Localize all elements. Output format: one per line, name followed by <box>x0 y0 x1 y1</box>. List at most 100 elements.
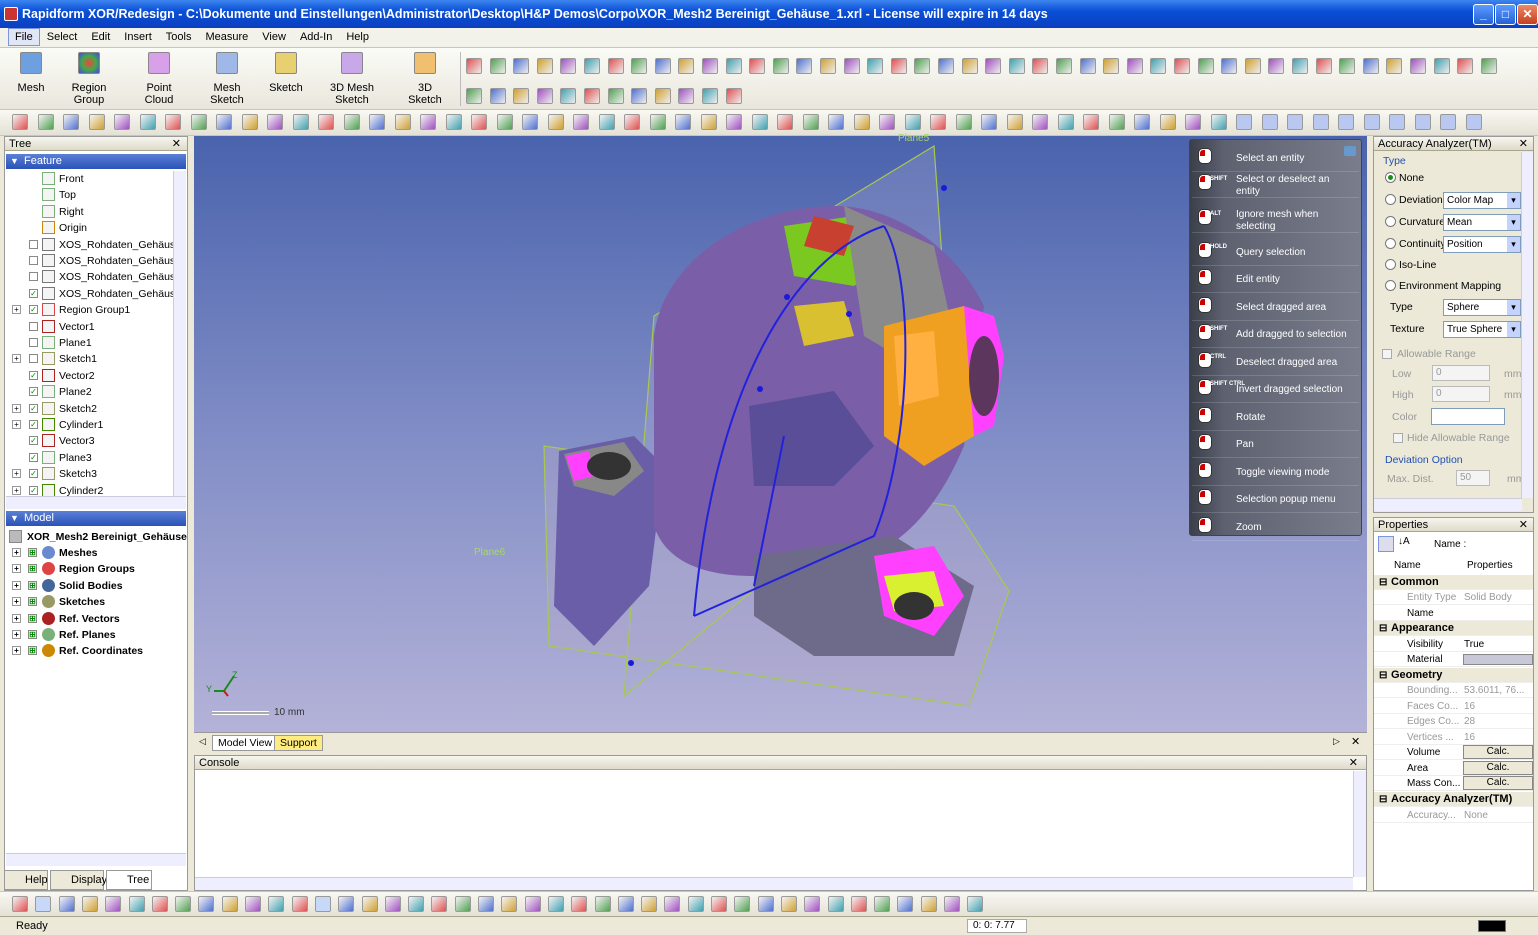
menu-view[interactable]: View <box>255 28 293 46</box>
toolbar-icon[interactable] <box>88 114 105 130</box>
feature-tool-icon[interactable] <box>843 58 860 74</box>
menu-help[interactable]: Help <box>339 28 376 46</box>
selection-tool-icon[interactable] <box>711 896 727 912</box>
toolbar-icon[interactable] <box>649 114 666 130</box>
env-type-combo[interactable]: Sphere <box>1443 299 1521 316</box>
radio-iso-line[interactable] <box>1385 259 1396 270</box>
toolbar-icon[interactable] <box>981 114 997 130</box>
menu-add-in[interactable]: Add-In <box>293 28 339 46</box>
tab-tree[interactable]: Tree <box>106 870 152 890</box>
selection-tool-icon[interactable] <box>245 896 261 912</box>
expand-icon[interactable]: + <box>12 485 21 495</box>
console-vscrollbar[interactable] <box>1353 771 1366 877</box>
selection-tool-icon[interactable] <box>408 896 425 912</box>
pin-icon[interactable] <box>1344 146 1356 156</box>
mouse-help-item[interactable]: HOLD Query selection <box>1190 239 1361 266</box>
toolbar-icon[interactable] <box>751 114 768 130</box>
feature-tool-icon[interactable] <box>1457 58 1474 74</box>
visibility-checkbox[interactable]: ✓ <box>29 452 38 462</box>
toolbar-icon[interactable] <box>930 114 946 130</box>
feature-tool-icon[interactable] <box>678 58 695 74</box>
visibility-toggle[interactable]: ⊞ <box>28 580 37 590</box>
feature-tool-icon[interactable] <box>961 58 978 74</box>
toolbar-icon[interactable] <box>318 114 334 130</box>
toolbar-icon[interactable] <box>1057 114 1074 130</box>
visibility-checkbox[interactable]: ✓ <box>29 370 38 380</box>
feature-tool-icon[interactable] <box>607 58 624 74</box>
feature-tool-icon[interactable] <box>1386 58 1403 74</box>
selection-tool-icon[interactable] <box>58 896 75 912</box>
feature-tool-icon[interactable] <box>1032 58 1049 74</box>
maximize-button[interactable]: □ <box>1495 4 1516 25</box>
mouse-help-item[interactable]: Select an entity <box>1190 145 1361 172</box>
visibility-checkbox[interactable]: ✓ <box>29 485 38 495</box>
feature-tool-icon[interactable] <box>631 88 648 104</box>
tab-model-view[interactable]: Model View <box>212 735 279 751</box>
feature-tool-icon[interactable] <box>489 58 506 74</box>
feature-tool-icon[interactable] <box>1079 58 1096 74</box>
selection-tool-icon[interactable] <box>105 896 122 912</box>
model-header[interactable]: Model <box>6 511 186 526</box>
feature-tool-icon[interactable] <box>1362 58 1379 74</box>
console-hscrollbar[interactable] <box>195 877 1353 890</box>
deviation-combo[interactable]: Color Map <box>1443 192 1521 209</box>
selection-tool-icon[interactable] <box>338 896 355 912</box>
toolbar-icon[interactable] <box>853 114 870 130</box>
toolbar-icon[interactable] <box>1032 114 1048 130</box>
radio-none[interactable] <box>1385 172 1396 183</box>
toolbar-icon[interactable] <box>700 114 717 130</box>
selection-tool-icon[interactable] <box>81 896 98 912</box>
toolbar-icon[interactable] <box>1389 114 1405 130</box>
feature-tool-icon[interactable] <box>584 58 600 74</box>
selection-tool-icon[interactable] <box>547 896 564 912</box>
category-appearance[interactable]: ⊟ Appearance <box>1374 621 1533 636</box>
mouse-help-item[interactable]: CTRL Deselect dragged area <box>1190 349 1361 376</box>
expand-icon[interactable]: + <box>12 469 21 479</box>
menu-edit[interactable]: Edit <box>84 28 117 46</box>
feature-tool-icon[interactable] <box>796 58 813 74</box>
visibility-checkbox[interactable]: ✓ <box>29 288 38 298</box>
close-icon[interactable]: ✕ <box>1349 756 1358 770</box>
calc-volume-button[interactable]: Calc. <box>1463 745 1533 759</box>
close-icon[interactable]: ✕ <box>172 137 181 151</box>
selection-tool-icon[interactable] <box>198 896 215 912</box>
visibility-checkbox[interactable]: ✓ <box>29 436 38 446</box>
mesh-button[interactable]: Mesh <box>16 52 46 94</box>
texture-combo[interactable]: True Sphere <box>1443 321 1521 338</box>
toolbar-icon[interactable] <box>904 114 921 130</box>
feature-tool-icon[interactable] <box>536 88 553 104</box>
feature-tool-icon[interactable] <box>725 58 742 74</box>
selection-tool-icon[interactable] <box>850 896 867 912</box>
selection-tool-icon[interactable] <box>804 896 821 912</box>
expand-icon[interactable]: + <box>12 646 21 656</box>
categorized-icon[interactable] <box>1378 536 1394 552</box>
visibility-checkbox[interactable] <box>29 272 38 282</box>
toolbar-icon[interactable] <box>267 114 283 130</box>
selection-tool-icon[interactable] <box>221 896 238 912</box>
toolbar-icon[interactable] <box>292 114 309 130</box>
scroll-left-icon[interactable]: ◁ <box>199 736 206 747</box>
color-picker[interactable] <box>1431 408 1505 425</box>
feature-tool-icon[interactable] <box>678 88 695 104</box>
selection-tool-icon[interactable] <box>827 896 844 912</box>
toolbar-icon[interactable] <box>1287 114 1303 130</box>
calc-mass-button[interactable]: Calc. <box>1463 776 1533 790</box>
visibility-checkbox[interactable]: ✓ <box>29 387 38 397</box>
selection-tool-icon[interactable] <box>780 896 797 912</box>
toolbar-icon[interactable] <box>241 114 258 130</box>
feature-tool-icon[interactable] <box>1339 58 1356 74</box>
3d-sketch-button[interactable]: 3D Sketch <box>400 52 450 106</box>
mouse-help-item[interactable]: ALT Ignore mesh when selecting <box>1190 206 1361 233</box>
close-button[interactable]: ✕ <box>1517 4 1538 25</box>
feature-tool-icon[interactable] <box>584 88 600 104</box>
close-icon[interactable]: ✕ <box>1351 735 1360 748</box>
toolbar-icon[interactable] <box>1134 114 1150 130</box>
feature-tool-icon[interactable] <box>1150 58 1167 74</box>
toolbar-icon[interactable] <box>547 114 564 130</box>
toolbar-icon[interactable] <box>1312 114 1329 130</box>
prop-visibility[interactable]: Visibility True <box>1374 637 1533 652</box>
visibility-checkbox[interactable] <box>29 321 38 331</box>
toolbar-icon[interactable] <box>471 114 487 130</box>
selection-tool-icon[interactable] <box>757 896 774 912</box>
tab-help[interactable]: Help <box>4 870 48 890</box>
